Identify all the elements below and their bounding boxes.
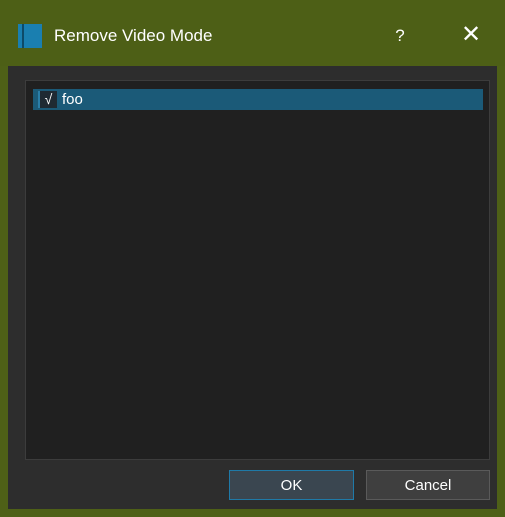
help-button[interactable]: ? <box>388 22 412 50</box>
remove-video-mode-dialog: Remove Video Mode ? ✕ √ foo OK Cancel <box>0 0 505 517</box>
cancel-button[interactable]: Cancel <box>366 470 490 500</box>
ok-button[interactable]: OK <box>229 470 354 500</box>
dialog-title: Remove Video Mode <box>54 26 213 45</box>
list-item-label: foo <box>62 91 83 108</box>
item-checkbox[interactable]: √ <box>38 91 57 108</box>
video-mode-list[interactable]: √ foo <box>25 80 490 460</box>
dialog-body: √ foo OK Cancel <box>8 66 497 509</box>
title-bar[interactable]: Remove Video Mode ? ✕ <box>0 0 505 66</box>
app-icon <box>18 24 42 48</box>
list-item[interactable]: √ foo <box>33 89 483 110</box>
close-button[interactable]: ✕ <box>456 20 486 50</box>
